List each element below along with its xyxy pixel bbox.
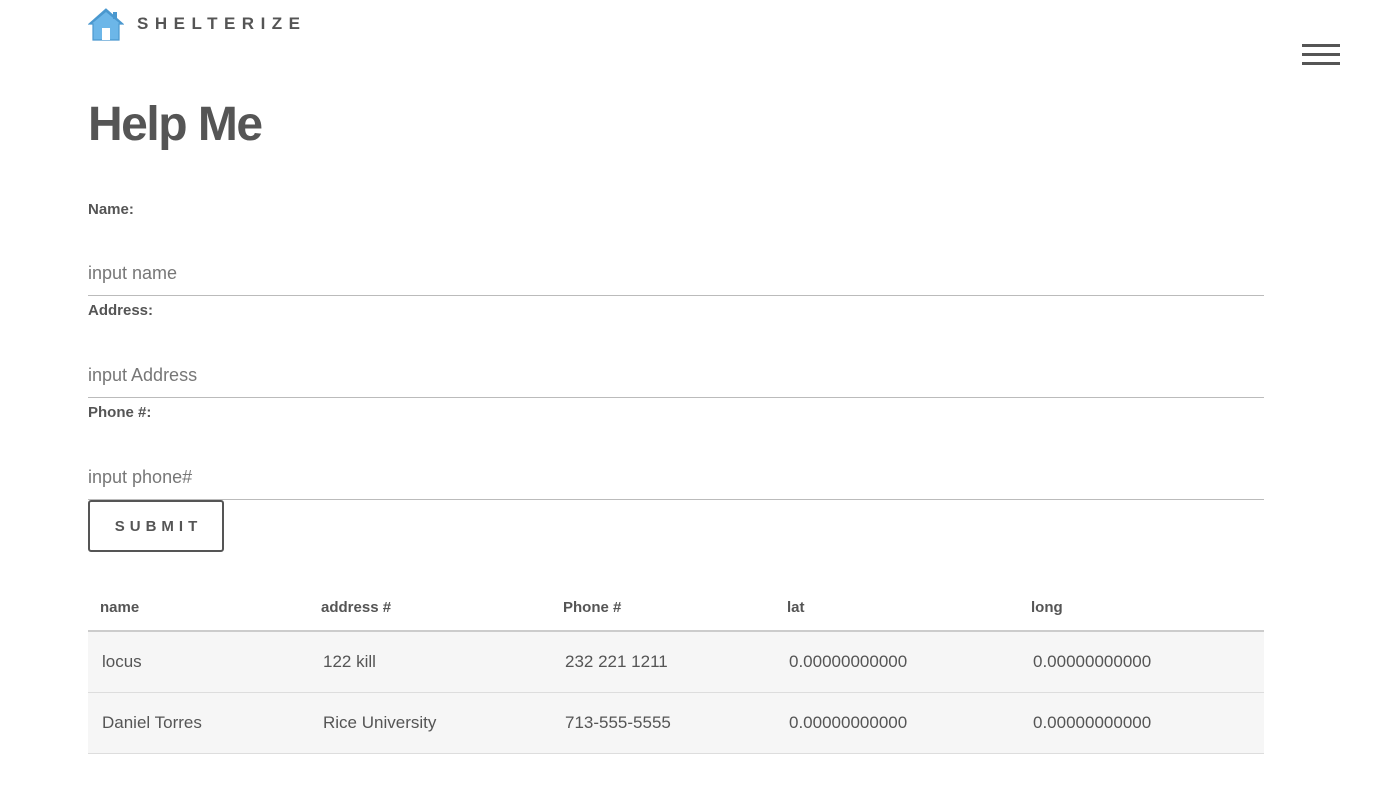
cell-address: 122 kill [309, 631, 551, 693]
phone-label: Phone #: [88, 404, 152, 421]
cell-phone: 232 221 1211 [551, 631, 775, 693]
name-input[interactable] [88, 252, 1264, 296]
address-label: Address: [88, 302, 154, 319]
house-icon [88, 7, 124, 41]
header-phone: Phone # [551, 584, 775, 632]
table-header-row: name address # Phone # lat long [88, 584, 1264, 632]
header-lat: lat [775, 584, 1019, 632]
name-label: Name: [88, 201, 134, 218]
cell-long: 0.00000000000 [1019, 631, 1264, 693]
cell-long: 0.00000000000 [1019, 692, 1264, 754]
menu-bar [1302, 53, 1340, 56]
cell-lat: 0.00000000000 [775, 692, 1019, 754]
cell-name: Daniel Torres [88, 692, 309, 754]
phone-input[interactable] [88, 456, 1264, 500]
cell-address: Rice University [309, 692, 551, 754]
table-row: Daniel Torres Rice University 713-555-55… [88, 692, 1264, 754]
header-name: name [88, 584, 309, 632]
menu-bar [1302, 62, 1340, 65]
brand-name: SHELTERIZE [137, 14, 307, 33]
table-row: locus 122 kill 232 221 1211 0.0000000000… [88, 631, 1264, 693]
page: SHELTERIZE Help Me Name: Address: Phone … [0, 0, 1381, 785]
submit-button[interactable]: SUBMIT [88, 500, 224, 552]
hamburger-menu-icon[interactable] [1302, 44, 1340, 68]
address-input[interactable] [88, 354, 1264, 398]
cell-phone: 713-555-5555 [551, 692, 775, 754]
header-long: long [1019, 584, 1264, 632]
cell-name: locus [88, 631, 309, 693]
brand-logo[interactable]: SHELTERIZE [88, 6, 307, 42]
cell-lat: 0.00000000000 [775, 631, 1019, 693]
shelter-table: name address # Phone # lat long locus 12… [88, 584, 1264, 754]
menu-bar [1302, 44, 1340, 47]
header-address: address # [309, 584, 551, 632]
page-title: Help Me [88, 98, 263, 151]
